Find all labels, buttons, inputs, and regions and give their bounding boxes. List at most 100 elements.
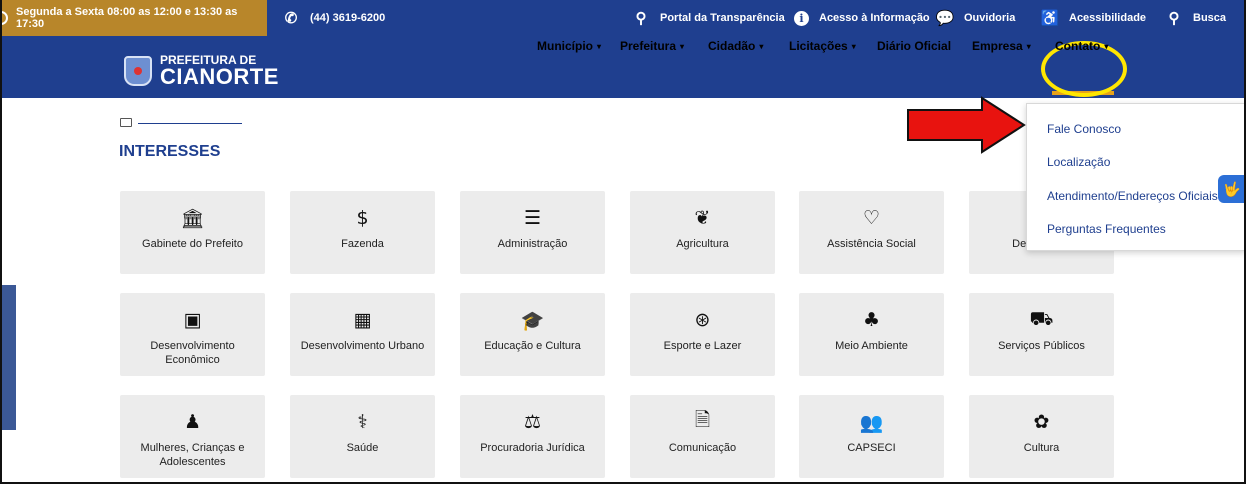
card-icon: ♡ <box>862 207 881 229</box>
card-label: Administração <box>497 238 568 250</box>
card-icon: $ <box>356 207 369 229</box>
interest-card[interactable]: 🗎 Comunicação <box>630 395 775 478</box>
card-icon: 🗎 <box>694 409 711 431</box>
card-icon: ⛟ <box>1029 307 1054 330</box>
nav-label: Prefeitura <box>620 39 677 53</box>
card-label: Saúde <box>346 442 379 454</box>
card-icon: ▦ <box>353 309 372 331</box>
card-label: Fazenda <box>341 238 384 250</box>
logo[interactable]: PREFEITURA DE CIANORTE <box>124 54 279 88</box>
nav-diario-oficial[interactable]: Diário Oficial <box>877 36 951 56</box>
interest-card[interactable]: 🎓 Educação e Cultura <box>460 293 605 376</box>
interest-card[interactable]: ▣ Desenvolvimento Econômico <box>120 293 265 376</box>
card-label: Comunicação <box>668 442 737 454</box>
card-label: Procuradoria Jurídica <box>480 442 585 454</box>
interest-card[interactable]: ⛟ Serviços Públicos <box>969 293 1114 376</box>
interest-card[interactable]: ⚖ Procuradoria Jurídica <box>460 395 605 478</box>
card-icon: ⚕ <box>357 411 368 433</box>
interest-card[interactable]: ☰ Administração <box>460 191 605 274</box>
nav-licitacoes[interactable]: Licitações ▾ <box>789 36 856 56</box>
interest-card[interactable]: ⊛ Esporte e Lazer <box>630 293 775 376</box>
clock-icon <box>0 11 8 25</box>
link-label: Busca <box>1193 12 1227 24</box>
card-label: Mulheres, Crianças e Adolescentes <box>140 442 245 468</box>
interest-card[interactable]: ♣ Meio Ambiente <box>799 293 944 376</box>
chat-icon: 💬 <box>935 10 955 27</box>
card-icon: 🏛 <box>180 207 205 230</box>
caret-down-icon: ▾ <box>680 41 685 51</box>
nav-label: Diário Oficial <box>877 39 952 53</box>
menu-item-localizacao[interactable]: Localização <box>1047 155 1110 169</box>
card-label: Educação e Cultura <box>484 340 581 352</box>
link-accessibility[interactable]: ♿ Acessibilidade <box>1041 0 1146 36</box>
logo-text: PREFEITURA DE CIANORTE <box>160 54 279 88</box>
search-icon: ⚲ <box>1168 10 1180 27</box>
nav-label: Empresa <box>972 39 1023 53</box>
newspaper-icon <box>120 118 132 127</box>
red-arrow-icon <box>907 96 1026 154</box>
link-ombudsman[interactable]: 💬 Ouvidoria <box>935 0 1016 36</box>
card-icon: ▣ <box>183 309 202 331</box>
card-icon: ✿ <box>1033 411 1050 433</box>
card-label: Agricultura <box>676 238 729 250</box>
link-search[interactable]: ⚲ Busca <box>1165 0 1227 36</box>
link-label: Acessibilidade <box>1069 12 1147 24</box>
caret-down-icon: ▾ <box>597 41 602 51</box>
interest-card[interactable]: 🏛 Gabinete do Prefeito <box>120 191 265 274</box>
phone-icon: ✆ <box>284 10 298 27</box>
card-icon: ⚖ <box>523 411 542 433</box>
interest-card[interactable]: ♡ Assistência Social <box>799 191 944 274</box>
interest-card[interactable]: ♟ Mulheres, Crianças e Adolescentes <box>120 395 265 478</box>
card-icon: ❦ <box>694 207 711 229</box>
menu-item-fale-conosco[interactable]: Fale Conosco <box>1047 122 1121 136</box>
contato-dropdown-menu: Fale Conosco Localização Atendimento/End… <box>1026 103 1246 251</box>
interest-card[interactable]: $ Fazenda <box>290 191 435 274</box>
link-access-information[interactable]: i Acesso à Informação <box>794 0 930 36</box>
menu-item-perguntas[interactable]: Perguntas Frequentes <box>1047 222 1166 236</box>
card-icon: 👥 <box>859 411 884 434</box>
link-label: Ouvidoria <box>964 12 1016 24</box>
nav-label: Cidadão <box>708 39 756 53</box>
card-label: Meio Ambiente <box>835 340 908 352</box>
card-icon: ⊛ <box>694 309 711 331</box>
nav-label: Licitações <box>789 39 848 53</box>
card-label: Desenvolvimento Urbano <box>300 340 425 352</box>
side-panel-tab[interactable] <box>0 285 16 430</box>
caret-down-icon: ▾ <box>1026 41 1031 51</box>
caret-down-icon: ▾ <box>851 41 856 51</box>
card-icon: ♣ <box>862 309 881 331</box>
interest-card[interactable]: 👥 CAPSECI <box>799 395 944 478</box>
interest-card[interactable]: ❦ Agricultura <box>630 191 775 274</box>
nav-label: Município <box>537 39 593 53</box>
nav-label: Contato <box>1055 39 1101 53</box>
wheelchair-icon: ♿ <box>1040 10 1060 27</box>
caret-down-icon: ▾ <box>759 41 764 51</box>
phone[interactable]: ✆ (44) 3619-6200 <box>282 0 386 36</box>
nav-cidadao[interactable]: Cidadão ▾ <box>708 36 763 56</box>
card-icon: ☰ <box>523 207 542 229</box>
interest-card[interactable]: ▦ Desenvolvimento Urbano <box>290 293 435 376</box>
interest-card[interactable]: ⚕ Saúde <box>290 395 435 478</box>
nav-municipio[interactable]: Município ▾ <box>537 36 601 56</box>
section-title: INTERESSES <box>119 143 221 160</box>
top-info-bar: Segunda a Sexta 08:00 as 12:00 e 13:30 a… <box>0 0 1246 36</box>
interest-card[interactable]: ✿ Cultura <box>969 395 1114 478</box>
office-hours: Segunda a Sexta 08:00 as 12:00 e 13:30 a… <box>0 0 267 36</box>
city-crest-icon <box>124 56 152 86</box>
card-label: Cultura <box>1023 442 1060 454</box>
nav-empresa[interactable]: Empresa ▾ <box>972 36 1031 56</box>
info-icon: i <box>794 10 809 26</box>
link-label: Acesso à Informação <box>819 12 930 24</box>
caret-down-icon: ▾ <box>1104 41 1109 51</box>
menu-item-atendimento[interactable]: Atendimento/Endereços Oficiais <box>1047 189 1218 203</box>
nav-prefeitura[interactable]: Prefeitura ▾ <box>620 36 684 56</box>
office-hours-text: Segunda a Sexta 08:00 as 12:00 e 13:30 a… <box>16 6 238 30</box>
nav-contato[interactable]: Contato ▾ <box>1055 36 1108 56</box>
card-label: Desenvolvimento Econômico <box>150 340 235 366</box>
phone-number: (44) 3619-6200 <box>310 12 386 24</box>
card-label: Assistência Social <box>827 238 916 250</box>
card-label: Esporte e Lazer <box>663 340 742 352</box>
card-label: Gabinete do Prefeito <box>142 238 243 250</box>
link-transparency-portal[interactable]: ⚲ Portal da Transparência <box>632 0 785 36</box>
sign-language-icon[interactable]: 🤟 <box>1218 175 1246 203</box>
